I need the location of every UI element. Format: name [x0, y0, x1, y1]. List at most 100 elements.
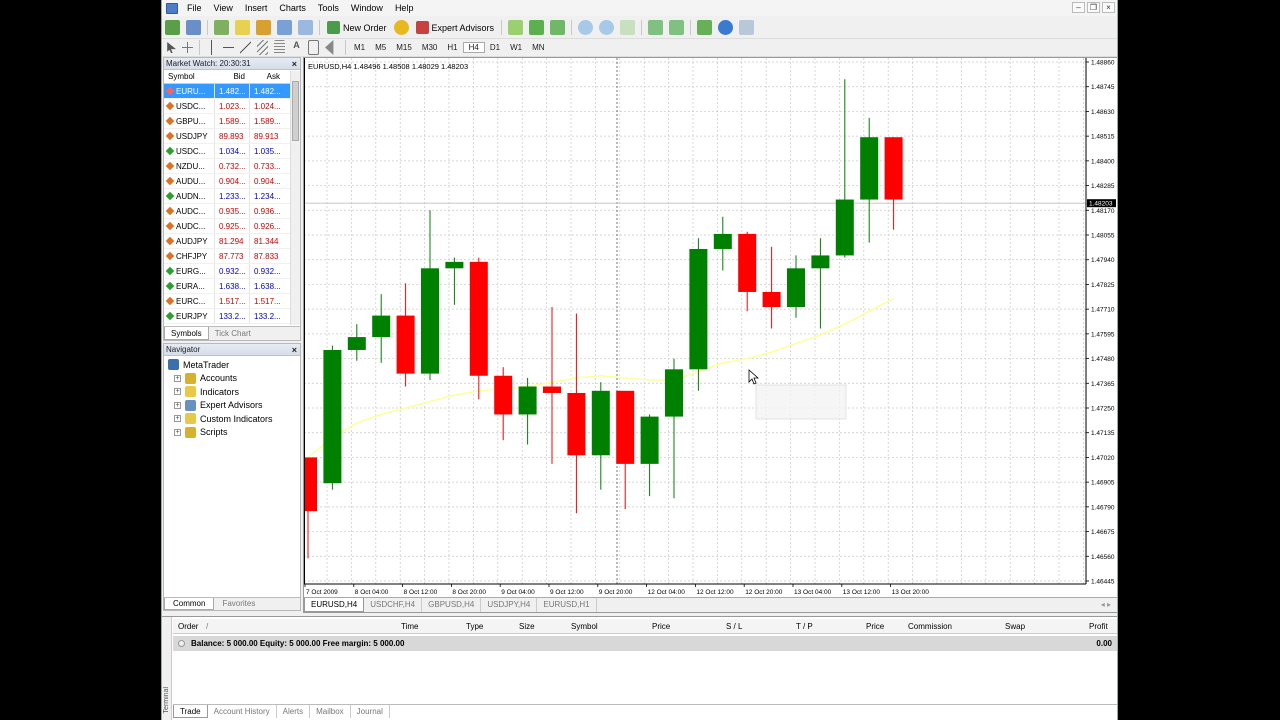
candlesticks-icon[interactable]: [529, 20, 545, 35]
column-current-price[interactable]: Price: [866, 622, 884, 631]
zoom-in-icon[interactable]: [578, 20, 594, 35]
scroll-thumb[interactable]: [292, 81, 299, 141]
zoom-out-icon[interactable]: [599, 20, 615, 35]
metaeditor-icon[interactable]: [393, 20, 409, 35]
price-chart[interactable]: 1.48860 1.48745 1.48630 1.48515 1.48400 1.482…: [304, 58, 1117, 598]
market-watch-row[interactable]: EURJPY 133.2... 133.2...: [164, 309, 300, 324]
trendline-icon[interactable]: [240, 40, 251, 55]
nav-root-metatrader[interactable]: MetaTrader: [168, 358, 300, 372]
profiles-icon[interactable]: [186, 20, 201, 35]
chart-shift-icon[interactable]: [669, 20, 685, 35]
market-watch-icon[interactable]: [214, 20, 229, 35]
tab-scroll-arrows-icon[interactable]: ◂ ▸: [1095, 598, 1117, 612]
market-watch-row[interactable]: AUDC... 0.925... 0.926...: [164, 219, 300, 234]
menu-help[interactable]: Help: [390, 3, 421, 13]
market-watch-row[interactable]: CHFJPY 87.773 87.833: [164, 249, 300, 264]
period-m5[interactable]: M5: [370, 43, 391, 52]
line-chart-icon[interactable]: [550, 20, 566, 35]
column-swap[interactable]: Swap: [1005, 622, 1025, 631]
periods-icon[interactable]: [718, 20, 734, 35]
close-icon[interactable]: ×: [292, 58, 297, 70]
chart-tab-usdchf-h4[interactable]: USDCHF,H4: [364, 598, 423, 612]
market-watch-row[interactable]: AUDN... 1.233... 1.234...: [164, 189, 300, 204]
menu-tools[interactable]: Tools: [313, 3, 346, 13]
period-m1[interactable]: M1: [349, 43, 370, 52]
tab-favorites[interactable]: Favorites: [214, 598, 263, 610]
close-icon[interactable]: ×: [292, 344, 297, 356]
text-label-icon[interactable]: [308, 40, 319, 55]
market-watch-row[interactable]: USDC... 1.023... 1.024...: [164, 99, 300, 114]
market-watch-row[interactable]: EURG... 0.932... 0.932...: [164, 264, 300, 279]
horizontal-line-icon[interactable]: [223, 40, 234, 55]
period-m15[interactable]: M15: [391, 43, 417, 52]
tab-alerts[interactable]: Alerts: [277, 705, 311, 718]
period-h1[interactable]: H1: [442, 43, 462, 52]
column-bid[interactable]: Bid: [214, 70, 249, 83]
expert-advisors-button[interactable]: Expert Advisors: [412, 19, 499, 37]
tab-tick-chart[interactable]: Tick Chart: [209, 327, 257, 340]
expand-icon[interactable]: +: [174, 415, 181, 423]
equidistant-channel-icon[interactable]: [257, 40, 268, 55]
market-watch-row[interactable]: AUDC... 0.935... 0.936...: [164, 204, 300, 219]
chart-tab-eurusd-h4[interactable]: EURUSD,H4: [304, 598, 365, 612]
bar-chart-icon[interactable]: [508, 20, 524, 35]
market-watch-row[interactable]: USDJPY 89.893 89.913: [164, 129, 300, 144]
period-d1[interactable]: D1: [485, 43, 505, 52]
market-watch-row[interactable]: GBPU... 1.589... 1.589...: [164, 114, 300, 129]
column-symbol[interactable]: Symbol: [571, 622, 598, 631]
market-watch-row[interactable]: EURA... 1.638... 1.638...: [164, 279, 300, 294]
expand-icon[interactable]: +: [174, 428, 181, 436]
menu-window[interactable]: Window: [346, 3, 390, 13]
market-watch-row[interactable]: AUDJPY 81.294 81.344: [164, 234, 300, 249]
column-type[interactable]: Type: [466, 622, 483, 631]
column-size[interactable]: Size: [519, 622, 535, 631]
menu-view[interactable]: View: [209, 3, 240, 13]
tab-mailbox[interactable]: Mailbox: [310, 705, 351, 718]
indicators-icon[interactable]: [697, 20, 713, 35]
chart-tab-usdjpy-h4[interactable]: USDJPY,H4: [481, 598, 538, 612]
column-tp[interactable]: T / P: [796, 622, 813, 631]
column-commission[interactable]: Commission: [908, 622, 952, 631]
chart-tab-gbpusd-h4[interactable]: GBPUSD,H4: [422, 598, 482, 612]
nav-item-scripts[interactable]: + Scripts: [168, 426, 300, 440]
tab-account-history[interactable]: Account History: [208, 705, 277, 718]
expand-icon[interactable]: +: [174, 401, 181, 409]
nav-item-accounts[interactable]: + Accounts: [168, 372, 300, 386]
nav-item-custom-indicators[interactable]: + Custom Indicators: [168, 412, 300, 426]
tab-journal[interactable]: Journal: [351, 705, 390, 718]
text-icon[interactable]: A: [291, 40, 302, 55]
data-window-icon[interactable]: [235, 20, 250, 35]
nav-item-indicators[interactable]: + Indicators: [168, 385, 300, 399]
column-order[interactable]: Order: [178, 622, 198, 631]
market-watch-scrollbar[interactable]: [290, 71, 300, 325]
column-symbol[interactable]: Symbol: [164, 70, 214, 83]
expand-icon[interactable]: +: [174, 388, 181, 396]
period-w1[interactable]: W1: [505, 43, 527, 52]
arrows-icon[interactable]: [325, 40, 334, 55]
balance-row[interactable]: Balance: 5 000.00 Equity: 5 000.00 Free …: [173, 636, 1117, 651]
chart-tab-eurusd-h1[interactable]: EURUSD,H1: [537, 598, 597, 612]
tab-common[interactable]: Common: [164, 598, 215, 610]
menu-charts[interactable]: Charts: [274, 3, 313, 13]
menu-insert[interactable]: Insert: [240, 3, 275, 13]
expand-icon[interactable]: +: [174, 374, 181, 382]
nav-item-expert-advisors[interactable]: + Expert Advisors: [168, 399, 300, 413]
new-order-button[interactable]: New Order: [323, 19, 391, 37]
column-profit[interactable]: Profit: [1089, 622, 1108, 631]
tab-symbols[interactable]: Symbols: [164, 327, 209, 340]
auto-scroll-icon[interactable]: [648, 20, 664, 35]
market-watch-row[interactable]: AUDU... 0.904... 0.904...: [164, 174, 300, 189]
column-sl[interactable]: S / L: [726, 622, 742, 631]
fibonacci-icon[interactable]: [274, 40, 285, 55]
minimize-icon[interactable]: –: [1072, 2, 1085, 13]
market-watch-row[interactable]: NZDU... 0.732... 0.733...: [164, 159, 300, 174]
market-watch-row[interactable]: EURC... 1.517... 1.517...: [164, 294, 300, 309]
market-watch-row[interactable]: EURU... 1.482... 1.482...: [164, 84, 300, 99]
tab-trade[interactable]: Trade: [173, 705, 208, 718]
restore-icon[interactable]: ❐: [1087, 2, 1100, 13]
templates-icon[interactable]: [739, 20, 755, 35]
period-h4[interactable]: H4: [462, 42, 485, 53]
cursor-icon[interactable]: [167, 42, 176, 53]
strategy-tester-icon[interactable]: [298, 20, 313, 35]
period-m30[interactable]: M30: [417, 43, 443, 52]
